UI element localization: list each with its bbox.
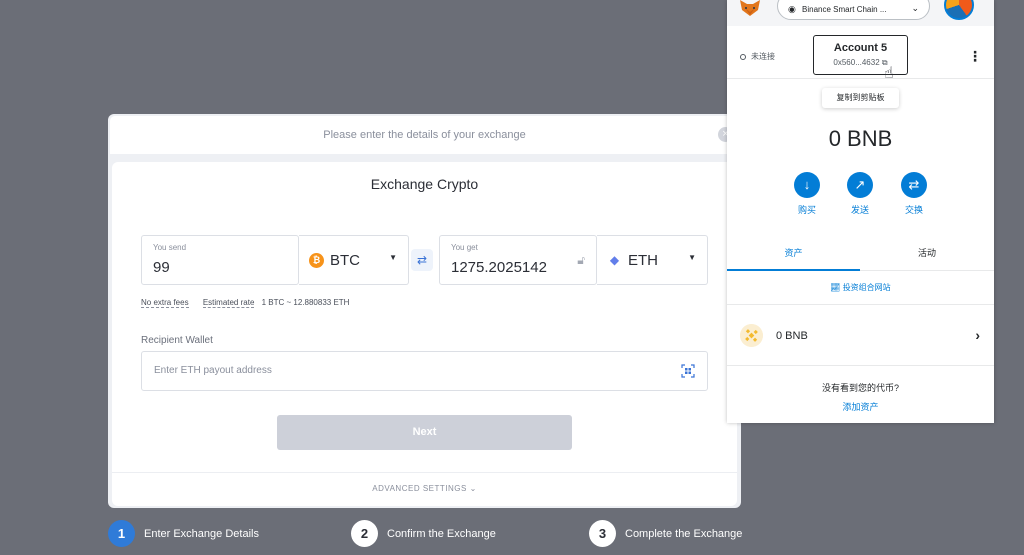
add-asset-link[interactable]: 添加资产	[727, 400, 994, 413]
copy-tooltip: 复制到剪贴板	[822, 88, 899, 108]
bnb-icon	[740, 324, 763, 347]
get-amount-field: You get 1275.2025142 🔓︎	[439, 235, 597, 285]
caret-down-icon: ▼	[389, 253, 397, 262]
advanced-settings-label: ADVANCED SETTINGS	[372, 484, 467, 493]
get-amount-value: 1275.2025142	[451, 259, 547, 276]
send-arrow-icon: ↗	[847, 172, 873, 198]
step-label: Enter Exchange Details	[144, 527, 259, 540]
step-label: Confirm the Exchange	[387, 527, 496, 540]
swap-icon: ⇄	[901, 172, 927, 198]
download-icon: ↓	[794, 172, 820, 198]
connection-status[interactable]: 未连接	[740, 51, 775, 62]
asset-balance: 0 BNB	[776, 330, 808, 342]
step-1: 1 Enter Exchange Details	[108, 520, 259, 547]
chevron-right-icon: ›	[975, 327, 980, 343]
caret-down-icon: ▼	[688, 253, 696, 262]
kebab-menu-icon[interactable]: ⋮	[968, 48, 982, 65]
send-label: You send	[153, 243, 187, 252]
recipient-placeholder: Enter ETH payout address	[154, 365, 272, 376]
get-label: You get	[451, 243, 478, 252]
qr-scan-icon[interactable]	[681, 364, 695, 378]
header-text: Please enter the details of your exchang…	[323, 129, 526, 141]
rate-row: No extra fees Estimated rate 1 BTC ~ 12.…	[141, 298, 361, 308]
send-amount-value[interactable]: 99	[153, 259, 170, 276]
exchange-modal: Please enter the details of your exchang…	[108, 114, 741, 508]
chart-icon: 📈︎	[830, 283, 841, 292]
recipient-address-input[interactable]: Enter ETH payout address	[141, 351, 708, 391]
send-label: 发送	[850, 205, 869, 215]
send-currency-code: BTC	[330, 252, 360, 269]
account-selector[interactable]: Account 5 0x560...4632 ⧉	[813, 35, 908, 75]
swap-icon[interactable]: ⇄	[411, 249, 433, 271]
page-title: Exchange Crypto	[370, 176, 479, 192]
estimated-rate-link[interactable]: Estimated rate	[202, 298, 255, 308]
get-currency-select[interactable]: ◆ ETH ▼	[597, 235, 708, 285]
step-number: 2	[351, 520, 378, 547]
step-2: 2 Confirm the Exchange	[351, 520, 496, 547]
modal-header: Please enter the details of your exchang…	[110, 116, 739, 154]
exchange-form: Exchange Crypto You send 99 ₿ BTC ▼ ⇄ Yo…	[112, 162, 737, 506]
send-amount-field[interactable]: You send 99	[141, 235, 299, 285]
avatar[interactable]	[944, 0, 974, 20]
buy-button[interactable]: ↓ 购买	[787, 172, 827, 216]
swap-button[interactable]: ⇄ 交换	[894, 172, 934, 216]
network-selector[interactable]: ◉ Binance Smart Chain ... ⌄	[777, 0, 930, 20]
get-currency-code: ETH	[628, 252, 658, 269]
step-3: 3 Complete the Exchange	[589, 520, 742, 547]
balance-amount: 0 BNB	[828, 126, 893, 151]
send-currency-select[interactable]: ₿ BTC ▼	[299, 235, 409, 285]
chevron-down-icon: ⌄	[911, 3, 919, 13]
estimated-rate-value: 1 BTC ~ 12.880833 ETH	[261, 298, 350, 307]
missing-token-text: 没有看到您的代币?	[821, 383, 899, 393]
network-icon: ◉	[788, 4, 796, 14]
list-item[interactable]: 0 BNB ›	[727, 304, 994, 366]
chevron-down-icon: ⌄	[469, 484, 477, 493]
network-name: Binance Smart Chain ...	[802, 5, 887, 14]
step-number: 1	[108, 520, 135, 547]
buy-label: 购买	[797, 205, 816, 215]
no-fees-link[interactable]: No extra fees	[141, 298, 189, 308]
wallet-popup: ◉ Binance Smart Chain ... ⌄ 未连接 Account …	[727, 0, 994, 423]
advanced-settings-toggle[interactable]: ADVANCED SETTINGS ⌄	[112, 484, 737, 493]
pointer-cursor-icon: ☝	[884, 65, 894, 82]
recipient-label: Recipient Wallet	[141, 335, 213, 346]
divider	[112, 472, 737, 473]
next-button[interactable]: Next	[277, 415, 572, 450]
wallet-header: ◉ Binance Smart Chain ... ⌄	[727, 0, 994, 26]
step-label: Complete the Exchange	[625, 527, 743, 540]
step-number: 3	[589, 520, 616, 547]
tab-activity[interactable]: 活动	[860, 236, 994, 271]
portfolio-link[interactable]: 📈︎ 投资组合网站	[727, 282, 994, 293]
btc-icon: ₿	[309, 253, 324, 268]
account-name: Account 5	[833, 42, 888, 54]
swap-label: 交换	[904, 205, 923, 215]
metamask-fox-icon	[740, 0, 760, 16]
divider	[727, 78, 994, 79]
lock-icon[interactable]: 🔓︎	[577, 253, 585, 268]
status-dot-icon	[740, 53, 746, 60]
eth-icon: ◆	[607, 253, 622, 268]
send-button[interactable]: ↗ 发送	[840, 172, 880, 216]
status-text: 未连接	[751, 52, 775, 61]
tab-assets[interactable]: 资产	[727, 236, 860, 271]
